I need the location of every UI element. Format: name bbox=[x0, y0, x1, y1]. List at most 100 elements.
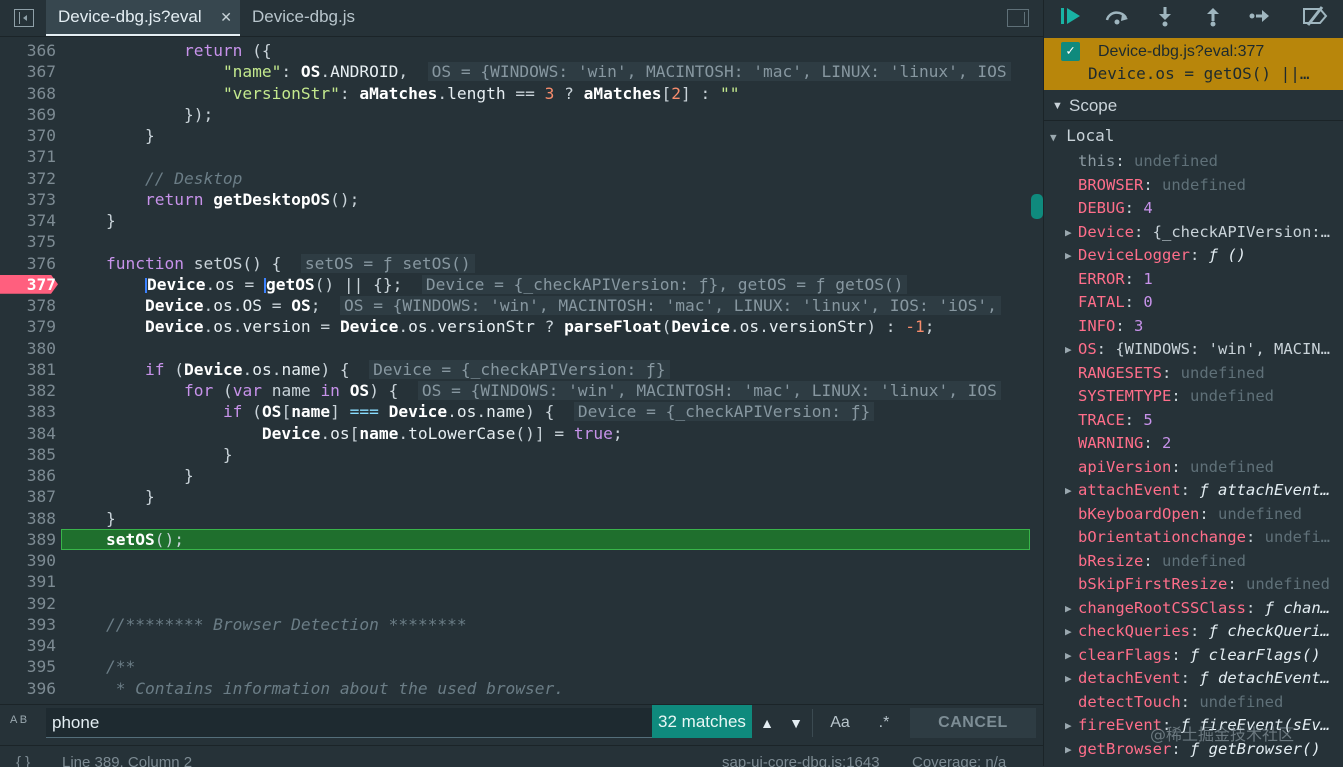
toggle-sources-panel-icon[interactable] bbox=[14, 9, 34, 27]
code-line[interactable]: 367 "name": OS.ANDROID, OS = {WINDOWS: '… bbox=[0, 61, 1043, 82]
code-line[interactable]: 385 } bbox=[0, 444, 1043, 465]
code-line[interactable]: 372 // Desktop bbox=[0, 168, 1043, 189]
code-line[interactable]: 384 Device.os[name.toLowerCase()] = true… bbox=[0, 423, 1043, 444]
toggle-debugger-panel-icon[interactable] bbox=[1007, 9, 1029, 27]
next-match-button[interactable]: ▼ bbox=[784, 708, 808, 738]
line-number[interactable]: 396 bbox=[0, 678, 56, 699]
line-number[interactable]: 390 bbox=[0, 550, 56, 571]
line-number[interactable]: 371 bbox=[0, 146, 56, 167]
code-line[interactable]: 396 * Contains information about the use… bbox=[0, 678, 1043, 699]
scope-variable-row[interactable]: detectTouch: undefined bbox=[1044, 691, 1343, 714]
scope-variable-row[interactable]: ▶ attachEvent: ƒ attachEvent… bbox=[1044, 479, 1343, 502]
code-line[interactable]: 389 setOS(); bbox=[0, 528, 1043, 550]
scope-variable-row[interactable]: RANGESETS: undefined bbox=[1044, 362, 1343, 385]
scope-variable-row[interactable]: WARNING: 2 bbox=[1044, 432, 1343, 455]
scope-variable-row[interactable]: DEBUG: 4 bbox=[1044, 197, 1343, 220]
code-line[interactable]: 378 Device.os.OS = OS; OS = {WINDOWS: 'w… bbox=[0, 295, 1043, 316]
scope-variable-row[interactable]: apiVersion: undefined bbox=[1044, 456, 1343, 479]
expand-triangle-icon[interactable]: ▶ bbox=[1065, 620, 1072, 643]
match-case-button[interactable]: Aa bbox=[822, 708, 858, 738]
code-line[interactable]: 387 } bbox=[0, 486, 1043, 507]
line-number[interactable]: 381 bbox=[0, 359, 56, 380]
line-number[interactable]: 389 bbox=[0, 529, 56, 550]
scope-variable-row[interactable]: ▶ DeviceLogger: ƒ () bbox=[1044, 244, 1343, 267]
expand-triangle-icon[interactable]: ▶ bbox=[1065, 644, 1072, 667]
vertical-scrollbar[interactable] bbox=[1031, 194, 1043, 219]
scope-variable-row[interactable]: bResize: undefined bbox=[1044, 550, 1343, 573]
line-number[interactable]: 366 bbox=[0, 40, 56, 61]
line-number[interactable]: 367 bbox=[0, 61, 56, 82]
scope-variable-row[interactable]: FATAL: 0 bbox=[1044, 291, 1343, 314]
resume-icon[interactable] bbox=[1058, 6, 1084, 32]
cancel-search-button[interactable]: CANCEL bbox=[910, 708, 1036, 738]
scope-variable-row[interactable]: ▶ clearFlags: ƒ clearFlags() bbox=[1044, 644, 1343, 667]
line-number[interactable]: 370 bbox=[0, 125, 56, 146]
code-line[interactable]: 383 if (OS[name] === Device.os.name) { D… bbox=[0, 401, 1043, 422]
line-number[interactable]: 393 bbox=[0, 614, 56, 635]
regex-button[interactable]: .* bbox=[866, 708, 902, 738]
scope-variable-row[interactable]: ▶ changeRootCSSClass: ƒ chan… bbox=[1044, 597, 1343, 620]
code-line[interactable]: 379 Device.os.version = Device.os.versio… bbox=[0, 316, 1043, 337]
code-line[interactable]: 376 function setOS() { setOS = ƒ setOS() bbox=[0, 253, 1043, 274]
code-line[interactable]: 382 for (var name in OS) { OS = {WINDOWS… bbox=[0, 380, 1043, 401]
line-number[interactable]: 372 bbox=[0, 168, 56, 189]
code-line[interactable]: 393 //******** Browser Detection *******… bbox=[0, 614, 1043, 635]
expand-triangle-icon[interactable]: ▶ bbox=[1065, 221, 1072, 244]
code-line[interactable]: 392 bbox=[0, 593, 1043, 614]
code-line[interactable]: 370 } bbox=[0, 125, 1043, 146]
code-line[interactable]: 394 bbox=[0, 635, 1043, 656]
line-number[interactable]: 391 bbox=[0, 571, 56, 592]
line-number[interactable]: 380 bbox=[0, 338, 56, 359]
local-scope-header[interactable]: ▼ Local bbox=[1050, 126, 1114, 145]
code-line[interactable]: 377 Device.os = getOS() || {}; Device = … bbox=[0, 274, 1043, 295]
line-number[interactable]: 368 bbox=[0, 83, 56, 104]
code-editor[interactable]: 366 return ({367 "name": OS.ANDROID, OS … bbox=[0, 37, 1043, 705]
previous-match-button[interactable]: ▲ bbox=[755, 708, 779, 738]
line-number[interactable]: 373 bbox=[0, 189, 56, 210]
scope-variable-row[interactable]: ▶ OS: {WINDOWS: 'win', MACIN… bbox=[1044, 338, 1343, 361]
line-number[interactable]: 369 bbox=[0, 104, 56, 125]
expand-triangle-icon[interactable]: ▶ bbox=[1065, 338, 1072, 361]
expand-triangle-icon[interactable]: ▶ bbox=[1065, 597, 1072, 620]
expand-triangle-icon[interactable]: ▶ bbox=[1065, 667, 1072, 690]
line-number[interactable]: 384 bbox=[0, 423, 56, 444]
line-number[interactable]: 379 bbox=[0, 316, 56, 337]
step-icon[interactable] bbox=[1246, 6, 1272, 32]
deactivate-breakpoints-icon[interactable] bbox=[1302, 6, 1328, 32]
code-line[interactable]: 380 bbox=[0, 338, 1043, 359]
tab-device-dbg-eval[interactable]: Device-dbg.js?eval ✕ bbox=[46, 0, 240, 36]
close-tab-icon[interactable]: ✕ bbox=[220, 0, 232, 34]
line-number[interactable]: 386 bbox=[0, 465, 56, 486]
search-modifiers-icon[interactable]: A B bbox=[10, 715, 27, 726]
code-line[interactable]: 375 bbox=[0, 231, 1043, 252]
expand-triangle-icon[interactable]: ▶ bbox=[1065, 738, 1072, 761]
scope-variable-row[interactable]: this: undefined bbox=[1044, 150, 1343, 173]
expand-triangle-icon[interactable]: ▶ bbox=[1065, 244, 1072, 267]
breakpoint-checkbox[interactable]: ✓ bbox=[1061, 42, 1080, 61]
paused-breakpoint-banner[interactable]: ✓ Device-dbg.js?eval:377 Device.os = get… bbox=[1044, 38, 1343, 90]
line-number[interactable]: 376 bbox=[0, 253, 56, 274]
code-line[interactable]: 395 /** bbox=[0, 656, 1043, 677]
scope-variable-row[interactable]: TRACE: 5 bbox=[1044, 409, 1343, 432]
code-line[interactable]: 366 return ({ bbox=[0, 40, 1043, 61]
line-number[interactable]: 383 bbox=[0, 401, 56, 422]
scope-variable-row[interactable]: bOrientationchange: undefi… bbox=[1044, 526, 1343, 549]
code-line[interactable]: 371 bbox=[0, 146, 1043, 167]
code-line[interactable]: 388 } bbox=[0, 508, 1043, 529]
line-number[interactable]: 382 bbox=[0, 380, 56, 401]
line-number[interactable]: 388 bbox=[0, 508, 56, 529]
scope-variable-row[interactable]: bKeyboardOpen: undefined bbox=[1044, 503, 1343, 526]
line-number[interactable]: 395 bbox=[0, 656, 56, 677]
line-number[interactable]: 392 bbox=[0, 593, 56, 614]
code-line[interactable]: 374 } bbox=[0, 210, 1043, 231]
search-input[interactable] bbox=[46, 708, 652, 738]
expand-triangle-icon[interactable]: ▶ bbox=[1065, 479, 1072, 502]
tab-device-dbg[interactable]: Device-dbg.js bbox=[240, 0, 367, 36]
code-line[interactable]: 386 } bbox=[0, 465, 1043, 486]
code-line[interactable]: 373 return getDesktopOS(); bbox=[0, 189, 1043, 210]
scope-variable-row[interactable]: ▶ Device: {_checkAPIVersion:… bbox=[1044, 221, 1343, 244]
pretty-print-icon[interactable]: { } bbox=[16, 755, 30, 767]
step-out-icon[interactable] bbox=[1200, 6, 1226, 32]
line-number[interactable]: 378 bbox=[0, 295, 56, 316]
line-number[interactable]: 374 bbox=[0, 210, 56, 231]
